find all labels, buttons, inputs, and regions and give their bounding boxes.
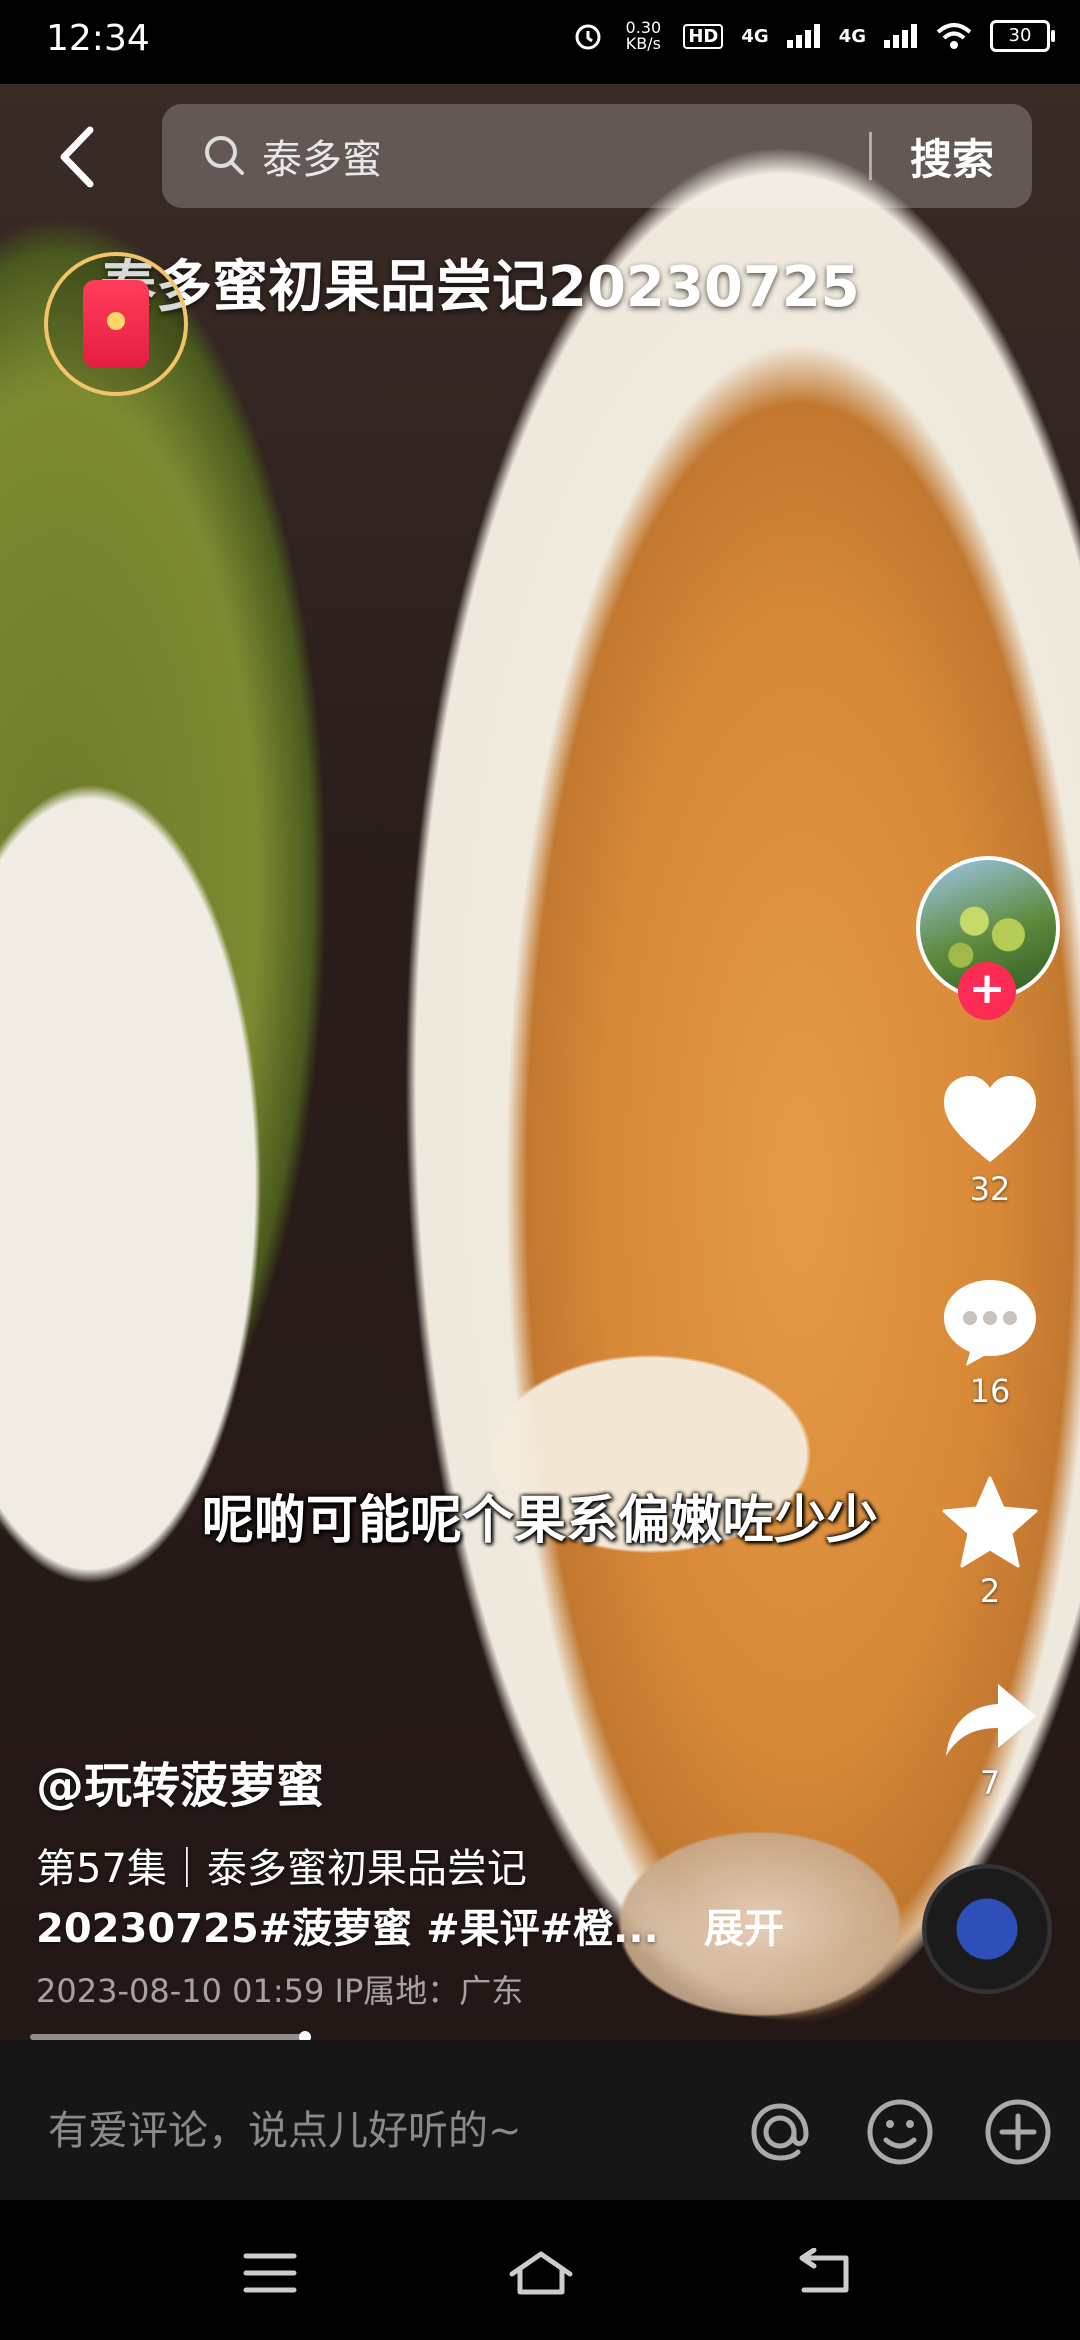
status-time: 12:34: [46, 18, 150, 59]
share-button[interactable]: 7: [930, 1680, 1050, 1802]
comment-button[interactable]: 16: [930, 1276, 1050, 1410]
post-meta: 2023-08-10 01:59 IP属地：广东: [36, 1972, 524, 2010]
wifi-icon: [936, 23, 972, 49]
music-disc-icon[interactable]: [922, 1864, 1052, 1994]
red-packet-icon: [83, 280, 149, 368]
battery-indicator: 30: [990, 20, 1055, 52]
search-bar[interactable]: 泰多蜜 搜索: [162, 104, 1032, 208]
description-line-2: 20230725#菠萝蜜 #果评#橙...: [36, 1906, 659, 1952]
like-button[interactable]: 32: [930, 1074, 1050, 1208]
description-line-1: 第57集｜泰多蜜初果品尝记: [36, 1846, 527, 1892]
status-icons: 0.30 KB/s HD 4G 4G 30: [573, 18, 1055, 53]
author-name[interactable]: @玩转菠萝蜜: [36, 1746, 324, 1816]
signal-4g-1: 4G: [741, 25, 769, 47]
favorite-count: 2: [979, 1572, 1001, 1610]
red-packet-button[interactable]: [44, 252, 188, 396]
video-title: 泰多蜜初果品尝记20230725: [100, 255, 860, 320]
search-icon: [205, 136, 244, 175]
net-speed: 0.30 KB/s: [625, 18, 662, 53]
add-icon[interactable]: [982, 2096, 1054, 2168]
search-button[interactable]: 搜索: [872, 126, 1032, 187]
like-count: 32: [969, 1170, 1011, 1208]
search-input[interactable]: 泰多蜜: [262, 127, 869, 185]
heart-icon: [944, 1076, 1036, 1162]
back-icon[interactable]: [790, 2248, 856, 2298]
mention-icon[interactable]: [744, 2096, 816, 2168]
home-icon[interactable]: [506, 2248, 576, 2298]
back-arrow-icon[interactable]: [50, 122, 110, 192]
alarm-icon: [575, 24, 601, 50]
comment-count: 16: [969, 1372, 1011, 1410]
video-subtitle: 呢啲可能呢个果系偏嫩咗少少: [201, 1491, 878, 1551]
signal-4g-2: 4G: [838, 25, 866, 47]
share-count: 7: [979, 1764, 1001, 1802]
signal-bars-icon: [786, 24, 820, 48]
hd-badge: HD: [683, 23, 724, 49]
menu-icon[interactable]: [240, 2248, 300, 2298]
status-bar: 12:34 0.30 KB/s HD 4G 4G 30: [0, 0, 1080, 84]
comment-input[interactable]: 有爱评论，说点儿好听的~: [48, 2098, 522, 2156]
follow-button[interactable]: +: [958, 962, 1016, 1020]
comment-icon: [944, 1280, 1036, 1366]
signal-bars-icon-2: [884, 24, 917, 48]
emoji-icon[interactable]: [864, 2096, 936, 2168]
expand-link[interactable]: 展开: [704, 1896, 784, 1954]
share-arrow-icon: [946, 1684, 1036, 1756]
